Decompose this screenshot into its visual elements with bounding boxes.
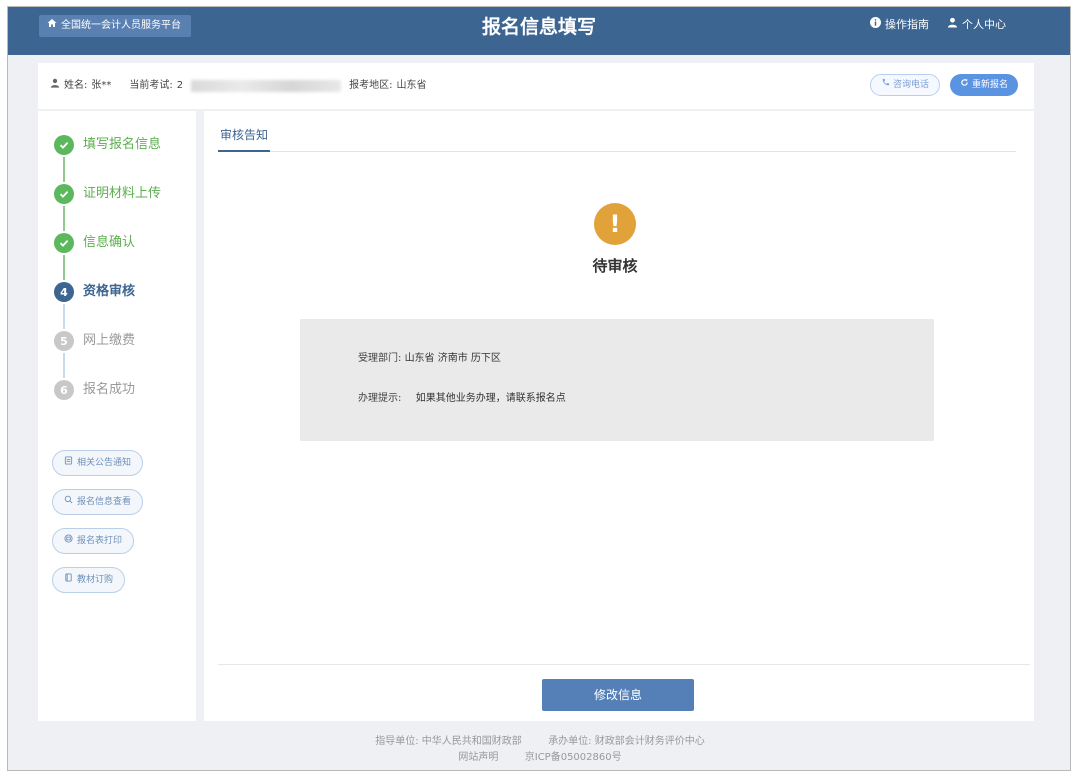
user-center-link[interactable]: 个人中心 [947,16,1006,34]
book-icon [64,568,73,592]
region-value: 山东省 [396,80,427,91]
dept-value: 山东省 济南市 历下区 [404,353,501,364]
user-center-label: 个人中心 [962,18,1006,31]
check-icon [54,184,74,204]
dept-label: 受理部门: [358,353,402,364]
document-icon [64,451,73,475]
guide-unit: 指导单位: 中华人民共和国财政部 [375,736,522,747]
step-confirm-info[interactable]: 信息确认 [54,233,161,282]
host-unit: 承办单位: 财政部会计财务评价中心 [548,736,705,747]
divider [218,664,1030,665]
name-label: 姓名: [64,80,88,91]
refresh-icon [960,74,969,96]
announcements-label: 相关公告通知 [77,458,132,468]
step-label: 信息确认 [83,235,136,250]
site-statement-link[interactable]: 网站声明 [458,752,498,763]
side-button-group: 相关公告通知 报名信息查看 报名表打印 教材订购 [52,450,144,593]
view-registration-label: 报名信息查看 [77,497,132,507]
step-connector [63,255,65,280]
warning-icon: ! [594,203,636,245]
step-list: 填写报名信息 证明材料上传 信息确认 4 资格审核 5 网上缴费 6 报名成功 [54,135,161,429]
reapply-button[interactable]: 重新报名 [950,74,1019,96]
order-textbook-label: 教材订购 [77,575,114,585]
reapply-label: 重新报名 [972,80,1009,90]
search-icon [64,490,73,514]
user-icon [947,16,958,34]
check-icon [54,233,74,253]
step-connector [63,353,65,378]
step-label: 资格审核 [83,284,136,299]
review-status: 待审核 [592,257,638,275]
phone-icon [881,75,890,95]
order-textbook-button[interactable]: 教材订购 [52,567,126,593]
check-icon [54,135,74,155]
step-label: 报名成功 [83,382,136,397]
icp-number[interactable]: 京ICP备05002860号 [525,752,622,763]
step-registration-success[interactable]: 6 报名成功 [54,380,161,429]
edit-info-button[interactable]: 修改信息 [542,679,694,711]
guide-link-label: 操作指南 [885,18,929,31]
hint-value: 如果其他业务办理，请联系报名点 [415,393,566,404]
info-icon [870,16,881,34]
step-number: 5 [54,331,74,351]
step-connector [63,206,65,231]
step-fill-info[interactable]: 填写报名信息 [54,135,161,184]
hint-row: 办理提示: 如果其他业务办理，请联系报名点 [358,389,566,404]
main-panel: 审核告知 ! 待审核 受理部门: 山东省 济南市 历下区 办理提示: 如果其他业… [204,111,1034,721]
redacted-text [191,80,342,92]
step-online-payment[interactable]: 5 网上缴费 [54,331,161,380]
step-number: 6 [54,380,74,400]
tab-bar: 审核告知 [218,125,1016,152]
print-form-button[interactable]: 报名表打印 [52,528,135,554]
sidebar: 填写报名信息 证明材料上传 信息确认 4 资格审核 5 网上缴费 6 报名成功 … [38,111,196,721]
step-label: 证明材料上传 [83,186,162,201]
print-form-label: 报名表打印 [77,536,123,546]
print-icon [64,529,73,553]
step-number: 4 [54,282,74,302]
exam-value: 2 [176,80,184,91]
name-value: 张** [91,80,112,91]
hint-label: 办理提示: [358,393,402,404]
region-label: 报考地区: [349,80,393,91]
view-registration-button[interactable]: 报名信息查看 [52,489,144,515]
app-window: 全国统一会计人员服务平台 报名信息填写 操作指南 个人中心 姓名: 张** 当前… [7,6,1071,771]
dept-row: 受理部门: 山东省 济南市 历下区 [358,349,501,364]
info-box: 受理部门: 山东省 济南市 历下区 办理提示: 如果其他业务办理，请联系报名点 [300,319,934,441]
tab-review-notice[interactable]: 审核告知 [218,125,271,152]
consult-phone-button[interactable]: 咨询电话 [870,74,941,96]
guide-link[interactable]: 操作指南 [870,16,929,34]
exam-label: 当前考试: [129,80,173,91]
step-connector [63,157,65,182]
page-footer: 指导单位: 中华人民共和国财政部 承办单位: 财政部会计财务评价中心 网站声明 … [8,734,1070,766]
step-label: 网上缴费 [83,333,136,348]
step-label: 填写报名信息 [83,137,162,152]
user-info-bar: 姓名: 张** 当前考试: 2 报考地区: 山东省 咨询电话 重新报名 [38,63,1034,109]
step-upload-proof[interactable]: 证明材料上传 [54,184,161,233]
user-info: 姓名: 张** 当前考试: 2 报考地区: 山东省 [50,63,427,109]
announcements-button[interactable]: 相关公告通知 [52,450,144,476]
consult-label: 咨询电话 [893,80,930,90]
user-icon [50,63,60,109]
step-qualification-review[interactable]: 4 资格审核 [54,282,161,331]
step-connector [63,304,65,329]
top-navbar: 全国统一会计人员服务平台 报名信息填写 操作指南 个人中心 [8,7,1070,55]
